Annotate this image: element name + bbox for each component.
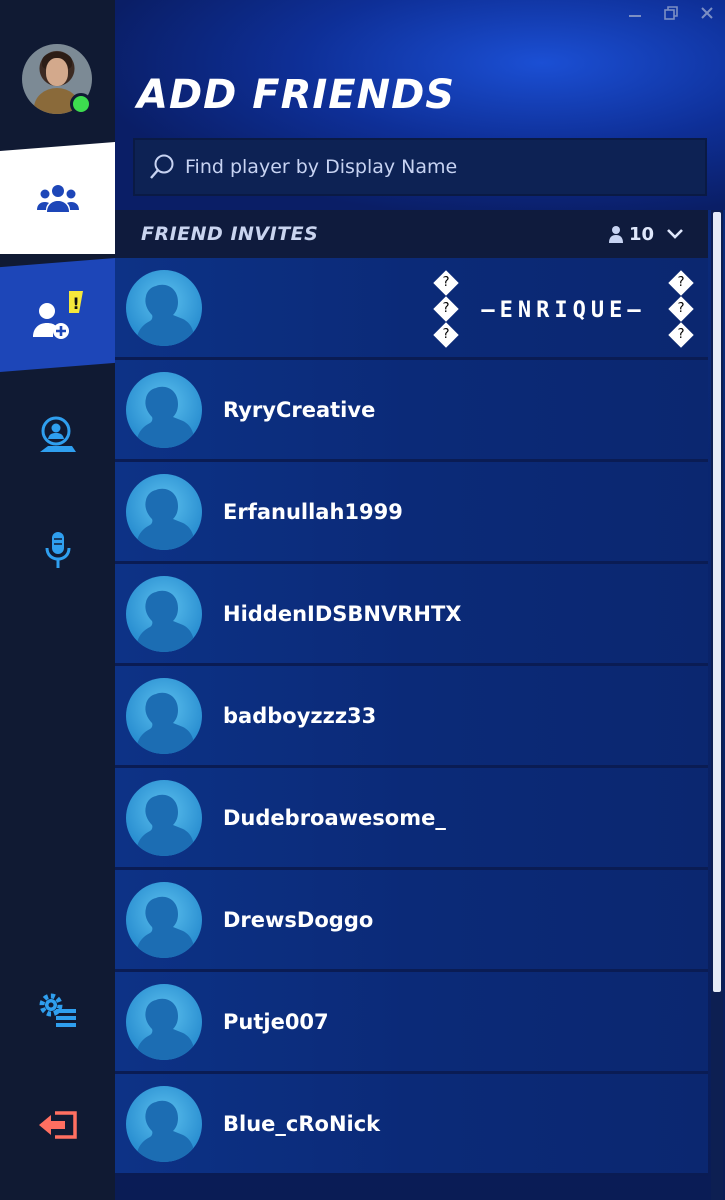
silhouette-graphic [136, 1100, 195, 1162]
sidebar-item-friends[interactable] [0, 142, 115, 254]
sidebar: ! [0, 0, 115, 1200]
glyph-box: ? [677, 326, 685, 342]
sidebar-item-exit[interactable] [0, 1090, 115, 1160]
list-item[interactable]: ? ? ? ? ? ? —ENRIQUE— [115, 258, 708, 360]
player-name: Blue_cRoNick [223, 1111, 381, 1136]
list-item[interactable]: RyryCreative [115, 360, 708, 462]
player-name: badboyzzz33 [223, 703, 377, 728]
friend-invites-count: 10 [607, 224, 684, 245]
search-bar[interactable] [133, 138, 707, 196]
invites-count-value: 10 [628, 223, 654, 245]
search-input[interactable] [185, 156, 685, 178]
profile-silhouette-icon [126, 779, 202, 856]
silhouette-graphic [136, 488, 195, 550]
minimize-button[interactable] [617, 0, 653, 26]
silhouette-graphic [136, 998, 195, 1060]
add-friends-panel: ADD FRIENDS FRIEND INVITES 10 [115, 0, 725, 1200]
settings-list-icon [39, 993, 76, 1027]
silhouette-graphic [136, 386, 195, 448]
search-icon [150, 154, 174, 179]
list-item[interactable]: Blue_cRoNick [115, 1074, 708, 1176]
window-controls [617, 0, 725, 26]
restore-button[interactable] [653, 0, 689, 26]
glyph-box: ? [677, 274, 685, 290]
profile-silhouette-icon [126, 575, 202, 652]
friend-invites-list: ? ? ? ? ? ? —ENRIQUE— RyryCreative Erfan… [115, 258, 708, 1176]
player-name-decoration: ? ? ? ? ? ? —ENRIQUE— [431, 270, 696, 348]
silhouette-graphic [136, 284, 195, 346]
player-name: Dudebroawesome_ [223, 805, 446, 830]
silhouette-graphic [136, 794, 195, 856]
player-name: Erfanullah1999 [223, 499, 403, 524]
close-icon [701, 7, 713, 19]
page-title: ADD FRIENDS [137, 72, 456, 118]
list-item[interactable]: Putje007 [115, 972, 708, 1074]
list-item[interactable]: HiddenIDSBNVRHTX [115, 564, 708, 666]
sidebar-item-add-friends[interactable]: ! [0, 258, 115, 372]
silhouette-graphic [136, 896, 195, 958]
avatar-face [46, 58, 68, 86]
list-item[interactable]: DrewsDoggo [115, 870, 708, 972]
profile-silhouette-icon [126, 269, 202, 346]
friend-invites-header[interactable]: FRIEND INVITES 10 [115, 210, 708, 258]
minimize-icon [629, 15, 641, 17]
scrollbar[interactable] [711, 210, 723, 1200]
glyph-box: ? [442, 326, 450, 342]
player-name: HiddenIDSBNVRHTX [223, 601, 462, 626]
scrollbar-thumb[interactable] [713, 212, 721, 992]
silhouette-graphic [136, 590, 195, 652]
silhouette-graphic [136, 692, 195, 754]
list-item[interactable]: Dudebroawesome_ [115, 768, 708, 870]
profile-silhouette-icon [126, 371, 202, 448]
microphone-icon [45, 532, 70, 568]
add-friend-icon: ! [32, 291, 83, 339]
profile-silhouette-icon [126, 677, 202, 754]
creator-support-icon [39, 416, 76, 452]
sidebar-item-settings[interactable] [0, 975, 115, 1045]
online-status-indicator [70, 93, 92, 115]
list-item[interactable]: Erfanullah1999 [115, 462, 708, 564]
friends-icon [36, 185, 79, 212]
profile-silhouette-icon [126, 983, 202, 1060]
svg-text:!: ! [72, 294, 79, 313]
exit-icon [38, 1111, 77, 1139]
list-item[interactable]: badboyzzz33 [115, 666, 708, 768]
friend-invites-title: FRIEND INVITES [141, 223, 319, 245]
glyph-box: ? [442, 274, 450, 290]
enrique-text: —ENRIQUE— [481, 298, 646, 323]
restore-icon [664, 6, 678, 20]
sidebar-item-creator[interactable] [0, 400, 115, 470]
chevron-down-icon[interactable] [666, 228, 684, 240]
profile-silhouette-icon [126, 881, 202, 958]
player-name: Putje007 [223, 1009, 329, 1034]
close-button[interactable] [689, 0, 725, 26]
profile-silhouette-icon [126, 473, 202, 550]
player-name: RyryCreative [223, 397, 376, 422]
player-name: DrewsDoggo [223, 907, 374, 932]
person-icon [608, 226, 623, 243]
sidebar-item-voice-chat[interactable] [0, 515, 115, 585]
profile-silhouette-icon [126, 1085, 202, 1162]
